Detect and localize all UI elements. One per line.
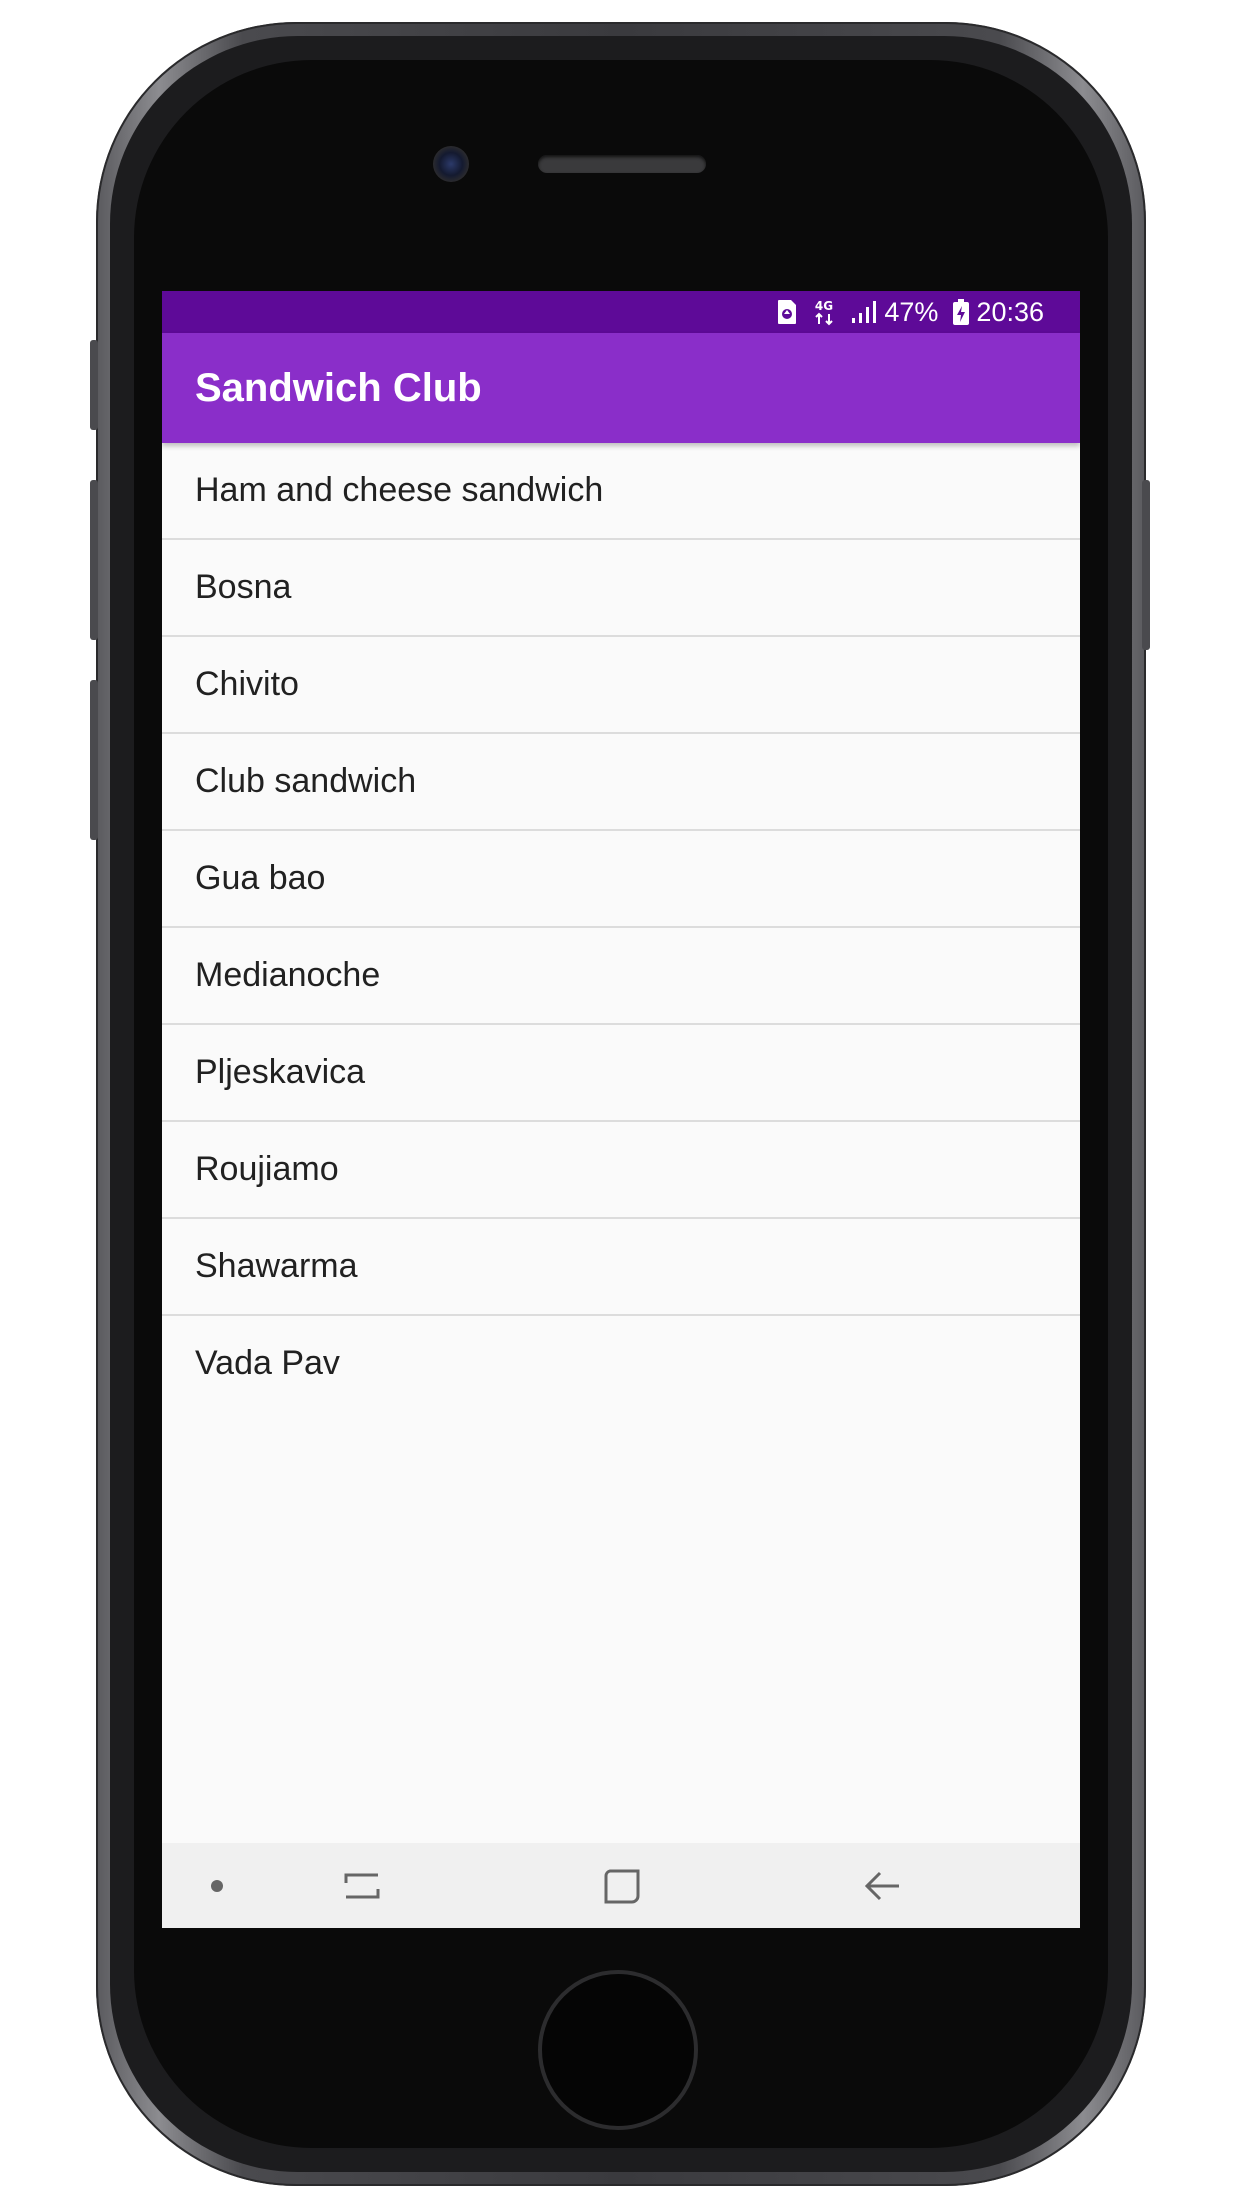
list-item[interactable]: Ham and cheese sandwich [162,443,1080,540]
list-item-label: Pljeskavica [195,1053,366,1091]
list-item[interactable]: Club sandwich [162,734,1080,831]
list-item-label: Gua bao [195,859,326,897]
app-bar: Sandwich Club [162,333,1080,443]
screen: 4G 47% 20:36 Sandwich Club Ham and chees… [162,291,1080,1928]
sandwich-list: Ham and cheese sandwich Bosna Chivito Cl… [162,443,1080,1411]
list-item-label: Club sandwich [195,762,417,800]
front-camera [433,146,469,182]
list-item-label: Chivito [195,665,299,703]
sim-card-icon [776,299,798,325]
network-4g-icon: 4G [812,298,836,326]
battery-icon [952,298,970,326]
list-item[interactable]: Medianoche [162,928,1080,1025]
mute-switch [90,340,98,430]
app-title: Sandwich Club [195,366,482,410]
battery-percent: 47% [884,296,939,327]
status-time: 20:36 [976,296,1044,327]
navigation-bar [162,1843,1080,1928]
signal-icon [850,300,878,324]
back-icon[interactable] [842,1843,922,1928]
volume-up-button [90,480,98,640]
status-bar: 4G 47% 20:36 [162,291,1080,333]
list-item-label: Bosna [195,568,292,606]
list-item[interactable]: Shawarma [162,1219,1080,1316]
home-icon[interactable] [582,1843,662,1928]
list-item-label: Shawarma [195,1247,358,1285]
list-item-label: Ham and cheese sandwich [195,471,604,509]
volume-down-button [90,680,98,840]
power-button [1142,480,1150,650]
dot-icon[interactable] [192,1843,242,1928]
recent-apps-icon[interactable] [322,1843,402,1928]
list-item[interactable]: Pljeskavica [162,1025,1080,1122]
list-item[interactable]: Vada Pav [162,1316,1080,1411]
earpiece-speaker [538,155,706,173]
list-item[interactable]: Chivito [162,637,1080,734]
svg-text:4G: 4G [815,299,833,313]
list-item-label: Roujiamo [195,1150,339,1188]
list-item-label: Medianoche [195,956,381,994]
list-item[interactable]: Roujiamo [162,1122,1080,1219]
list-item-label: Vada Pav [195,1344,340,1382]
list-item[interactable]: Gua bao [162,831,1080,928]
list-item[interactable]: Bosna [162,540,1080,637]
phone-home-button [538,1970,698,2130]
